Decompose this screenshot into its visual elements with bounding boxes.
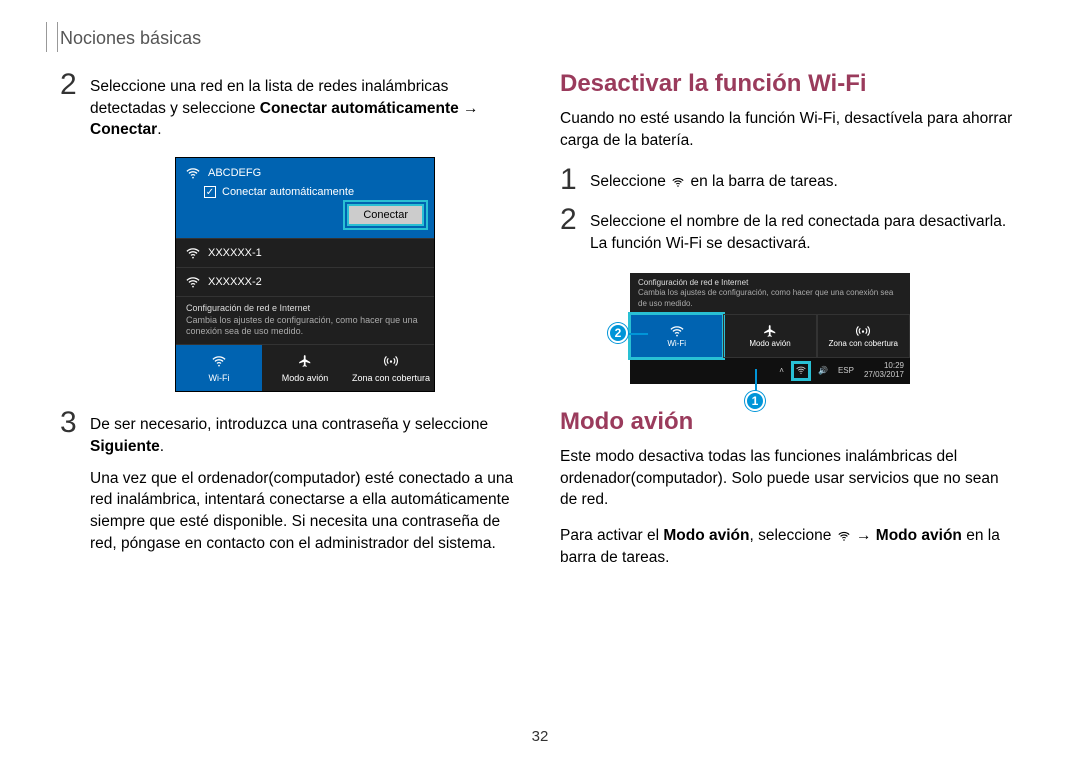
step-3-paragraph: Una vez que el ordenador(computador) est… <box>90 468 520 555</box>
taskbar-screenshot: Configuración de red e Internet Cambia l… <box>590 273 940 384</box>
ssid-item: XXXXXX-2 <box>176 267 434 296</box>
step-2: 2 Seleccione una red en la lista de rede… <box>60 70 520 141</box>
tray-sound-icon: 🔊 <box>818 366 828 375</box>
heading-airplane-mode: Modo avión <box>560 408 1020 436</box>
page-number: 32 <box>532 728 549 745</box>
ssid-item: XXXXXX-1 <box>176 238 434 267</box>
left-column: 2 Seleccione una red en la lista de rede… <box>60 70 520 723</box>
step-text: Seleccione en la barra de tareas. <box>590 165 838 193</box>
step-text: Seleccione una red en la lista de redes … <box>90 70 520 141</box>
checkbox-icon: ✓ <box>204 186 216 198</box>
callout-marker: 1 <box>745 391 765 411</box>
wifi-icon <box>186 166 200 180</box>
step-number: 2 <box>60 70 90 100</box>
callout-line <box>755 369 757 393</box>
network-settings-link: Configuración de red e Internet Cambia l… <box>176 296 434 344</box>
wifi-list-screenshot: ABCDEFG ✓ Conectar automáticamente Conect… <box>90 157 520 392</box>
wifi-icon <box>672 176 684 188</box>
step-2: 2 Seleccione el nombre de la red conecta… <box>560 205 1020 254</box>
callout-marker: 2 <box>608 323 628 343</box>
airplane-paragraph-1: Este modo desactiva todas las funciones … <box>560 446 1020 511</box>
taskbar: ˄ 🔊 ESP 10:29 27/03/2017 <box>630 358 910 384</box>
tile-hotspot: Zona con cobertura <box>348 345 434 391</box>
step-text: Seleccione el nombre de la red conectada… <box>590 205 1020 254</box>
ssid-main: ABCDEFG <box>208 167 261 179</box>
deactivate-intro: Cuando no esté usando la función Wi-Fi, … <box>560 108 1020 151</box>
step-number: 1 <box>560 165 590 195</box>
page-header: Nociones básicas <box>60 28 201 49</box>
auto-connect-label: Conectar automáticamente <box>222 186 354 198</box>
network-settings-sub: Cambia los ajustes de configuración, com… <box>638 288 902 309</box>
airplane-paragraph-2: Para activar el Modo avión, seleccione →… <box>560 525 1020 568</box>
right-column: Desactivar la función Wi-Fi Cuando no es… <box>560 70 1020 723</box>
page-body: 2 Seleccione una red en la lista de rede… <box>60 70 1020 723</box>
heading-deactivate-wifi: Desactivar la función Wi-Fi <box>560 70 1020 98</box>
tray-language: ESP <box>838 366 854 375</box>
tile-wifi: Wi-Fi <box>176 345 262 391</box>
step-text: De ser necesario, introduzca una contras… <box>90 408 520 457</box>
step-3: 3 De ser necesario, introduzca una contr… <box>60 408 520 457</box>
connect-button[interactable]: Conectar <box>347 204 424 226</box>
header-divider <box>46 22 58 52</box>
step-number: 3 <box>60 408 90 438</box>
tray-date: 27/03/2017 <box>864 370 904 379</box>
tile-airplane: Modo avión <box>262 345 348 391</box>
step-1: 1 Seleccione en la barra de tareas. <box>560 165 1020 195</box>
network-settings-title: Configuración de red e Internet <box>638 278 902 288</box>
tray-chevron-icon: ˄ <box>779 366 784 375</box>
tile-wifi: Wi-Fi <box>630 314 723 358</box>
callout-line <box>628 333 648 335</box>
tray-time: 10:29 <box>884 361 904 370</box>
tray-wifi-icon <box>794 364 808 378</box>
step-number: 2 <box>560 205 590 235</box>
tile-hotspot: Zona con cobertura <box>817 314 910 358</box>
wifi-icon <box>838 530 850 542</box>
tile-airplane: Modo avión <box>723 314 816 358</box>
